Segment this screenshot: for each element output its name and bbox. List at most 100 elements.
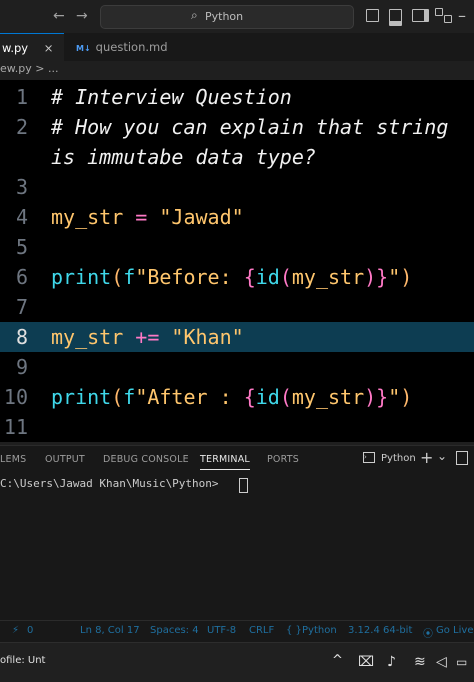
token-paren: )	[400, 385, 413, 409]
search-icon: ⌕	[191, 8, 198, 22]
braces-icon: { }	[286, 625, 302, 636]
status-bar: ⚡ 0 Ln 8, Col 17 Spaces: 4 UTF-8 CRLF { …	[0, 620, 474, 643]
token-variable: my_str	[51, 325, 124, 349]
tab-python-file[interactable]: w.py ×	[0, 33, 64, 62]
microphone-icon[interactable]: ♪	[387, 654, 396, 670]
token-fstring-prefix: f	[123, 385, 136, 409]
token-paren: )	[364, 385, 377, 409]
token-string: "Khan"	[171, 325, 244, 349]
terminal-prompt: C:\Users\Jawad Khan\Music\Python>	[0, 477, 226, 490]
customize-layout-icon-2	[444, 15, 452, 23]
token-function: print	[51, 265, 112, 289]
new-terminal-button[interactable]: +	[420, 448, 433, 467]
code-line: print(f"After : {id(my_str)}")	[51, 385, 412, 409]
line-number: 1	[15, 85, 28, 109]
tab-terminal[interactable]: TERMINAL	[200, 454, 250, 470]
token-operator: =	[123, 205, 160, 229]
chevron-up-icon[interactable]: ^	[332, 653, 343, 668]
line-number: 4	[15, 205, 28, 229]
markdown-icon: M↓	[76, 44, 91, 53]
token-string: "	[388, 265, 401, 289]
taskbar: ofile: Unt ^ ⌧ ♪ ≋ ◁ ▭	[0, 642, 474, 682]
token-paren: )	[400, 265, 413, 289]
token-fstring-prefix: f	[123, 265, 136, 289]
tab-output[interactable]: OUTPUT	[45, 454, 85, 465]
line-number: 10	[3, 385, 28, 409]
volume-icon[interactable]: ◁	[436, 654, 447, 670]
wifi-icon[interactable]: ≋	[414, 654, 426, 670]
breadcrumb[interactable]: ew.py > ...	[0, 62, 58, 80]
token-variable: my_str	[291, 265, 365, 289]
line-number: 5	[15, 235, 28, 259]
toggle-sidebar-icon[interactable]	[366, 9, 379, 22]
tab-debug-console[interactable]: DEBUG CONSOLE	[103, 454, 189, 465]
close-icon[interactable]: ×	[44, 41, 54, 55]
battery-icon[interactable]: ▭	[456, 655, 467, 669]
split-terminal-icon[interactable]	[456, 451, 468, 465]
terminal[interactable]: C:\Users\Jawad Khan\Music\Python>	[0, 473, 474, 620]
end-of-line[interactable]: CRLF	[249, 625, 274, 636]
token-brace: }	[376, 265, 389, 289]
broadcast-icon: ⦿	[423, 629, 433, 640]
line-number: 7	[15, 295, 28, 319]
line-number: 2	[15, 115, 28, 139]
code-line: # Interview Question	[51, 85, 292, 109]
tab-ports[interactable]: PORTS	[267, 454, 299, 465]
code-line-wrapped: is immutabe data type?	[51, 145, 316, 169]
token-paren: (	[279, 265, 292, 289]
token-brace: {	[243, 385, 256, 409]
token-function: id	[255, 385, 280, 409]
camera-off-icon[interactable]: ⌧	[358, 654, 374, 670]
line-number-current: 8	[15, 325, 28, 349]
toggle-panel-icon[interactable]	[389, 9, 402, 26]
token-brace: {	[243, 265, 256, 289]
ports-count[interactable]: 0	[27, 625, 33, 636]
token-function: id	[255, 265, 280, 289]
token-paren: (	[111, 385, 124, 409]
token-paren: )	[364, 265, 377, 289]
panel-tab-bar: LEMS OUTPUT DEBUG CONSOLE TERMINAL PORTS…	[0, 445, 474, 474]
code-line-current: my_str += "Khan"	[51, 325, 244, 349]
tab-label: question.md	[95, 40, 168, 54]
code-line: # How you can explain that string	[51, 115, 449, 139]
tab-question-md[interactable]: M↓ question.md	[76, 33, 168, 61]
go-live-button[interactable]: Go Live	[436, 625, 473, 636]
title-bar: ← → ⌕ Python –	[0, 0, 474, 34]
code-line: print(f"Before: {id(my_str)}")	[51, 265, 412, 289]
toggle-secondary-sidebar-icon[interactable]	[412, 9, 429, 22]
minimize-icon[interactable]: –	[458, 6, 466, 25]
line-number: 3	[15, 175, 28, 199]
terminal-dropdown-icon[interactable]: ⌄	[437, 449, 447, 463]
terminal-cursor	[239, 478, 248, 493]
code-editor[interactable]: 1 # Interview Question 2 # How you can e…	[0, 80, 474, 442]
terminal-icon: ›	[363, 452, 375, 463]
token-string: "	[388, 385, 401, 409]
line-number: 6	[15, 265, 28, 289]
customize-layout-icon[interactable]	[435, 8, 443, 16]
forward-arrow-icon[interactable]: →	[76, 8, 88, 24]
command-center-search[interactable]: ⌕ Python	[100, 5, 354, 29]
editor-tab-bar: w.py × M↓ question.md	[0, 33, 474, 62]
tab-label: w.py	[2, 41, 29, 55]
indentation[interactable]: Spaces: 4	[150, 625, 199, 636]
token-string: "After :	[135, 385, 244, 409]
line-number: 9	[15, 355, 28, 379]
taskbar-profile-label[interactable]: ofile: Unt	[0, 655, 45, 666]
ports-icon[interactable]: ⚡	[12, 625, 19, 636]
token-string: "Before:	[135, 265, 244, 289]
line-number: 11	[3, 415, 28, 439]
tab-problems[interactable]: LEMS	[0, 454, 26, 465]
back-arrow-icon[interactable]: ←	[53, 8, 65, 24]
token-string: "Jawad"	[159, 205, 244, 229]
token-brace: }	[376, 385, 389, 409]
cursor-position[interactable]: Ln 8, Col 17	[80, 625, 140, 636]
token-variable: my_str	[51, 205, 124, 229]
token-operator: +=	[123, 325, 172, 349]
encoding[interactable]: UTF-8	[207, 625, 236, 636]
python-interpreter[interactable]: 3.12.4 64-bit	[348, 625, 412, 636]
terminal-profile-label[interactable]: Python	[381, 453, 416, 464]
token-function: print	[51, 385, 112, 409]
token-variable: my_str	[291, 385, 365, 409]
search-label: Python	[205, 10, 244, 23]
language-mode[interactable]: Python	[302, 625, 337, 636]
